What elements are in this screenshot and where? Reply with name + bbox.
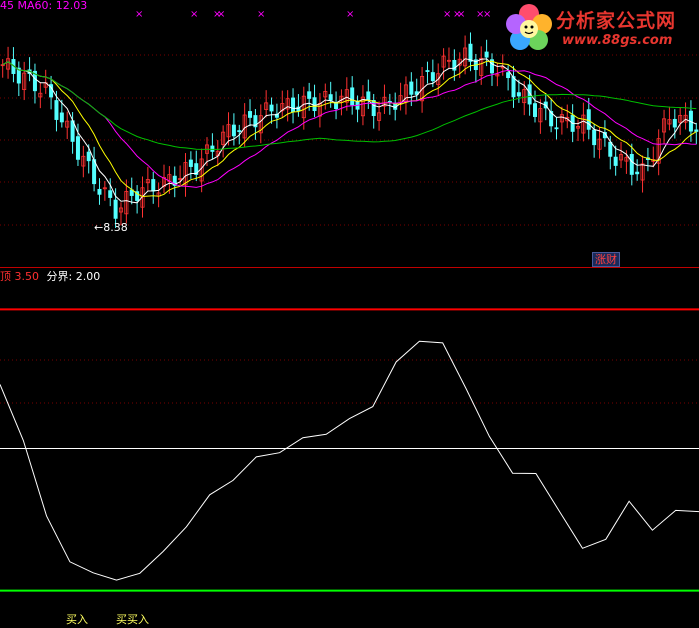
top-value: 3.50	[14, 270, 40, 283]
candle-body	[516, 92, 521, 97]
candle-body	[151, 179, 156, 192]
logo-url: www.88gs.com	[562, 33, 673, 48]
candle-body	[425, 70, 430, 72]
stock-chart-screen: × × × × × × × × × × × 45 MA60: 12.03 分析家公式网 www.88…	[0, 0, 699, 628]
candle-body	[231, 124, 236, 137]
ma20-line	[2, 61, 697, 188]
signal-marker: ×	[346, 9, 354, 20]
site-logo: 分析家公式网 www.88gs.com	[502, 2, 698, 56]
candle-body	[350, 87, 355, 106]
candle-body	[75, 136, 80, 160]
candle-body	[86, 151, 91, 162]
signal-marker: ×	[135, 9, 143, 20]
candle-body	[371, 100, 376, 117]
candle-body	[188, 159, 193, 167]
candle-body	[248, 111, 253, 118]
candle-body	[237, 130, 242, 132]
ma10-line	[2, 60, 697, 198]
candle-body	[613, 156, 618, 166]
candle-body	[672, 118, 677, 128]
candle-body	[312, 97, 317, 112]
oscillator-line	[0, 340, 699, 581]
indicator-header: 顶 3.50 分界: 2.00	[0, 271, 100, 283]
divider-value: 2.00	[75, 270, 101, 283]
candle-body	[430, 72, 435, 82]
ma-header: 45 MA60: 12.03	[0, 0, 87, 12]
candle-body	[468, 43, 473, 62]
divider-label: 分界:	[46, 270, 73, 283]
candle-body	[694, 129, 699, 132]
signal-marker: ×	[217, 9, 225, 20]
signal-marker: ×	[457, 9, 465, 20]
ma-prefix: 45	[0, 0, 14, 12]
signal-marker: ×	[483, 9, 491, 20]
candle-body	[554, 127, 559, 130]
signal-tag: 涨财	[592, 252, 620, 267]
top-label: 顶	[0, 270, 11, 283]
flower-logo-icon	[506, 4, 552, 50]
candle-body	[210, 145, 215, 152]
signal-marker: ×	[257, 9, 265, 20]
candle-body	[409, 81, 414, 95]
candle-body	[59, 112, 64, 123]
chart-canvas: × × ×× × × × ×× ××	[0, 9, 699, 592]
candle-body	[108, 190, 113, 198]
candle-body	[608, 141, 613, 157]
candle-body	[307, 91, 312, 99]
buy-signal-2: 买买入	[116, 613, 149, 626]
candle-body	[629, 153, 634, 175]
signal-marker: ×	[443, 9, 451, 20]
candle-body	[586, 109, 591, 130]
candle-body	[533, 103, 538, 117]
low-price-value: 8.38	[103, 221, 128, 234]
logo-name: 分析家公式网	[556, 10, 677, 32]
candle-body	[97, 188, 102, 195]
candle-body	[113, 199, 118, 219]
candle-body	[269, 104, 274, 112]
ma60-label: MA60:	[17, 0, 53, 12]
candle-body	[54, 100, 59, 120]
candle-body	[291, 97, 296, 112]
low-price-label: ←8.38	[94, 221, 128, 234]
candle-body	[506, 72, 511, 79]
buy-signal-1: 买入	[66, 613, 88, 626]
candle-body	[484, 51, 489, 58]
signal-marker: ×	[190, 9, 198, 20]
candle-body	[511, 76, 516, 98]
candle-body	[635, 171, 640, 175]
candle-body	[592, 129, 597, 146]
ma60-value: 12.03	[55, 0, 88, 12]
candle-body	[366, 91, 371, 101]
candle-body	[328, 94, 333, 101]
